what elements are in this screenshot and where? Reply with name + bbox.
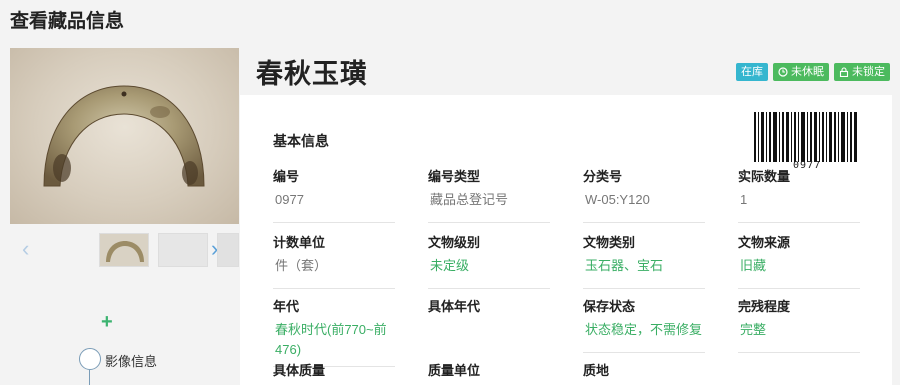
chevron-left-icon[interactable]: ‹ — [22, 234, 29, 264]
field-label: 实际数量 — [738, 169, 791, 184]
field-value — [428, 320, 550, 353]
info-field: 质地 — [583, 360, 705, 378]
field-label: 编号 — [273, 169, 300, 184]
field-value[interactable]: 状态稳定，不需修复 — [583, 320, 705, 353]
status-badge-sleep: 未休眠 — [773, 63, 829, 81]
field-value: 件（套） — [273, 256, 395, 289]
collection-detail-page: 查看藏品信息 ‹ › + 影像信息 春秋玉璜 在库 未休眠 未锁定 基本信息 0… — [0, 0, 900, 385]
info-field: 编号 0977 — [273, 166, 395, 223]
basic-info-panel: 基本信息 0977 编号 0977 编号类型 藏品总登记号 分类号 W-05:Y120 实际… — [240, 95, 892, 385]
field-value[interactable]: 完整 — [738, 320, 860, 353]
status-badge-instock: 在库 — [736, 63, 768, 81]
field-value[interactable]: 旧藏 — [738, 256, 860, 289]
timeline-label-image-info[interactable]: 影像信息 — [105, 351, 157, 370]
field-label: 具体质量 — [273, 363, 326, 378]
field-value: 1 — [738, 190, 860, 223]
info-field: 文物级别 未定级 — [428, 232, 550, 289]
badge-label: 未锁定 — [852, 66, 885, 78]
field-label: 计数单位 — [273, 235, 326, 250]
timeline-line — [89, 370, 90, 385]
field-label: 文物类别 — [583, 235, 636, 250]
clock-icon — [778, 67, 788, 77]
badge-label: 未休眠 — [791, 66, 824, 78]
field-value: 0977 — [273, 190, 395, 223]
info-field: 质量单位 — [428, 360, 550, 378]
lock-icon — [839, 67, 849, 77]
timeline-node — [79, 348, 101, 370]
status-badge-lock: 未锁定 — [834, 63, 890, 81]
section-title: 基本信息 — [273, 133, 329, 149]
thumbnail-strip: ‹ › — [10, 230, 239, 270]
page-title: 查看藏品信息 — [10, 11, 125, 32]
field-label: 分类号 — [583, 169, 623, 184]
field-value[interactable]: 玉石器、宝石 — [583, 256, 705, 289]
info-field: 具体年代 — [428, 296, 550, 353]
field-label: 质量单位 — [428, 363, 481, 378]
field-label: 质地 — [583, 363, 610, 378]
info-field: 具体质量 — [273, 360, 395, 378]
thumbnail-2[interactable] — [158, 233, 208, 267]
field-label: 年代 — [273, 299, 300, 314]
thumbnail-3[interactable] — [217, 233, 239, 267]
field-label: 具体年代 — [428, 299, 481, 314]
info-field: 文物来源 旧藏 — [738, 232, 860, 289]
info-field: 年代 春秋时代(前770~前476) — [273, 296, 395, 367]
barcode-image — [754, 112, 857, 162]
thumbnail-jade-icon — [106, 241, 144, 262]
plus-icon[interactable]: + — [101, 311, 113, 334]
field-label: 文物级别 — [428, 235, 481, 250]
artifact-main-image[interactable] — [10, 48, 239, 224]
info-field: 计数单位件（套） — [273, 232, 395, 289]
field-value[interactable]: 未定级 — [428, 256, 550, 289]
status-badges: 在库 未休眠 未锁定 — [736, 63, 890, 81]
field-label: 文物来源 — [738, 235, 791, 250]
thumbnail-1[interactable] — [99, 233, 149, 267]
field-label: 编号类型 — [428, 169, 481, 184]
field-label: 完残程度 — [738, 299, 791, 314]
info-field: 分类号 W-05:Y120 — [583, 166, 705, 223]
info-field: 完残程度 完整 — [738, 296, 860, 353]
field-value: W-05:Y120 — [583, 190, 705, 223]
info-field: 实际数量 1 — [738, 166, 860, 223]
object-title: 春秋玉璜 — [256, 59, 368, 89]
badge-label: 在库 — [741, 66, 763, 78]
field-label: 保存状态 — [583, 299, 636, 314]
info-field: 保存状态状态稳定，不需修复 — [583, 296, 705, 353]
field-value: 藏品总登记号 — [428, 190, 550, 223]
info-field: 文物类别玉石器、宝石 — [583, 232, 705, 289]
jade-huang-illustration — [43, 85, 205, 187]
info-field: 编号类型藏品总登记号 — [428, 166, 550, 223]
